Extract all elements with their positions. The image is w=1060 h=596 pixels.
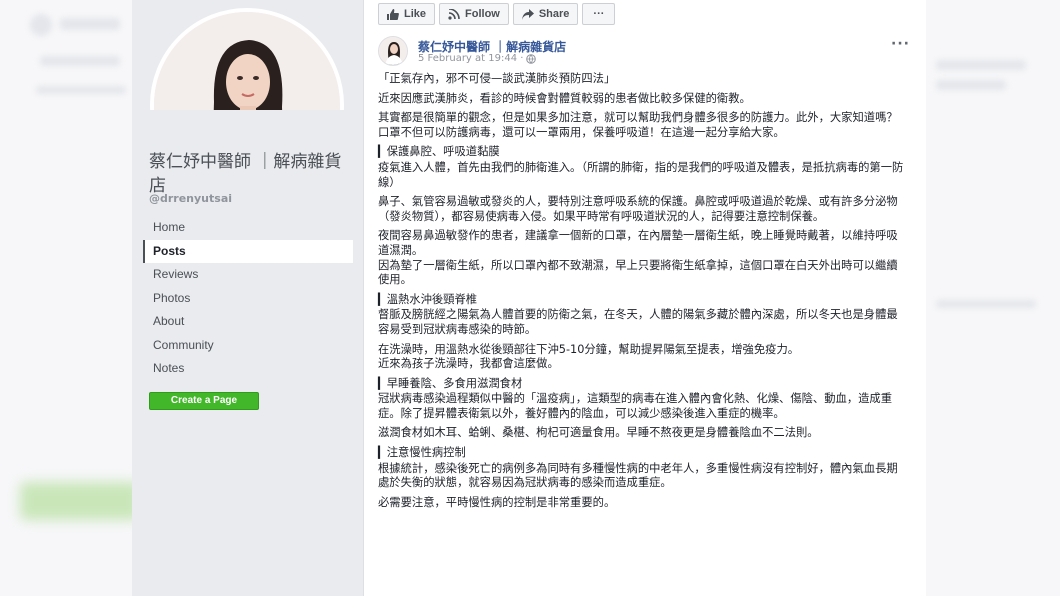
post-paragraph: 夜間容易鼻過敏發作的患者，建議拿一個新的口罩，在內層墊一層衛生紙，晚上睡覺時戴著… (378, 229, 898, 287)
create-page-button[interactable]: Create a Page (149, 392, 259, 410)
post-meta: 5 February at 19:44 · (418, 53, 537, 64)
sidebar-item-home[interactable]: Home (143, 216, 353, 240)
share-arrow-icon (521, 8, 534, 20)
post-paragraph: 滋潤食材如木耳、蛤蜊、桑椹、枸杞可適量食用。早睡不熬夜更是身體養陰血不二法則。 (378, 426, 819, 440)
post-options-button[interactable]: ··· (891, 36, 910, 52)
page-title: 蔡仁妤中醫師 ｜解病雜貨店 (149, 152, 342, 196)
sidebar-item-reviews[interactable]: Reviews (143, 263, 353, 287)
background-left-blur (0, 0, 132, 596)
profile-picture[interactable] (150, 8, 344, 110)
share-label: Share (538, 8, 570, 20)
rss-icon (448, 8, 460, 20)
post-paragraph: 必需要注意，平時慢性病的控制是非常重要的。 (378, 495, 616, 509)
post-header: 蔡仁妤中醫師 ｜解病雜貨店 5 February at 19:44 · ··· (378, 36, 918, 68)
post-title: 「正氣存內，邪不可侵—談武漢肺炎預防四法」 (378, 72, 616, 85)
post-paragraph: 疫氣進入人體，首先由我們的肺衛進入。（所謂的肺衛，指的是我們的呼吸道及體表，是抵… (378, 160, 904, 189)
like-label: Like (404, 8, 427, 20)
section-heading: ▎早睡養陰、多食用滋潤食材 (378, 376, 523, 390)
post-paragraph: 近來因應武漢肺炎，看診的時候會對體質較弱的患者做比較多保健的衛教。 (378, 91, 751, 105)
main-content: Like Follow Share ··· 蔡仁妤中醫師 ｜解病雜貨店 5 Fe… (364, 0, 926, 596)
page-action-toolbar: Like Follow Share ··· (378, 3, 616, 27)
follow-label: Follow (465, 8, 500, 20)
post-paragraph: 在洗澡時，用溫熱水從後頸部往下沖5-10分鐘，幫助提昇陽氣至提表，增強免疫力。 … (378, 342, 800, 371)
post-paragraph: 其實都是很簡單的觀念，但是如果多加注意，就可以幫助我們身體多很多的防護力。此外，… (378, 111, 898, 139)
share-button[interactable]: Share (512, 3, 579, 25)
profile-picture-frame (148, 8, 346, 110)
post-paragraph: 鼻子、氣管容易過敏或發炎的人，要特別注意呼吸系統的保護。鼻腔或呼吸道過於乾燥、或… (378, 195, 898, 223)
like-button[interactable]: Like (378, 3, 436, 25)
page-handle: @drrenyutsai (149, 192, 233, 205)
sidebar-item-notes[interactable]: Notes (143, 357, 353, 381)
background-right-blur (926, 0, 1060, 596)
post-author-avatar[interactable] (378, 36, 408, 66)
section-heading: ▎保護鼻腔、呼吸道黏膜 (378, 145, 500, 159)
page-sidebar: 蔡仁妤中醫師 ｜解病雜貨店 @drrenyutsai Home Posts Re… (132, 0, 364, 596)
sidebar-item-community[interactable]: Community (143, 334, 353, 358)
sidebar-item-posts[interactable]: Posts (143, 239, 353, 263)
sidebar-item-photos[interactable]: Photos (143, 287, 353, 311)
section-heading: ▎溫熱水沖後頸脊椎 (378, 292, 478, 306)
post-body: 「正氣存內，邪不可侵—談武漢肺炎預防四法」 近來因應武漢肺炎，看診的時候會對體質… (378, 72, 908, 515)
page-nav: Home Posts Reviews Photos About Communit… (143, 216, 353, 381)
doctor-portrait-image (154, 12, 340, 110)
author-avatar-image (379, 37, 407, 65)
post-timestamp[interactable]: 5 February at 19:44 · (418, 53, 523, 64)
post-paragraph: 督脈及膀胱經之陽氣為人體首要的防衛之氣，在冬天，人體的陽氣多藏於體內深處，所以冬… (378, 308, 898, 336)
follow-button[interactable]: Follow (439, 3, 509, 25)
sidebar-item-about[interactable]: About (143, 310, 353, 334)
thumbs-up-icon (387, 8, 399, 20)
more-options-button[interactable]: ··· (582, 3, 616, 25)
globe-icon (526, 53, 537, 64)
section-heading: ▎注意慢性病控制 (378, 446, 466, 460)
post-paragraph: 冠狀病毒感染過程類似中醫的「溫疫病」，這類型的病毒在進入體內會化熱、化燥、傷陰、… (378, 392, 893, 420)
post-paragraph: 根據統計，感染後死亡的病例多為同時有多種慢性病的中老年人，多重慢性病沒有控制好，… (378, 461, 898, 490)
blurred-green-button (20, 482, 132, 520)
